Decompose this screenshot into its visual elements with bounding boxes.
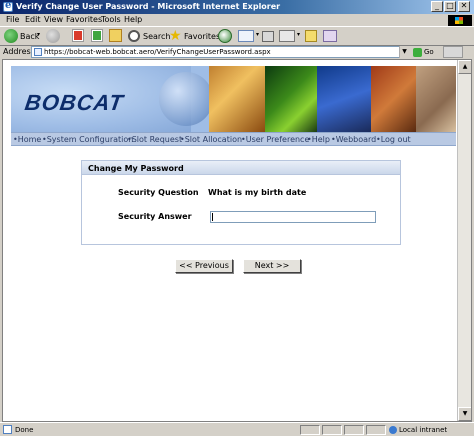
window-title: Verify Change User Password - Microsoft …	[16, 2, 281, 11]
nav-system-configuration[interactable]: •System Configuration	[42, 135, 133, 144]
minimize-button[interactable]: _	[431, 1, 443, 12]
change-password-panel: Change My Password Security Question Wha…	[81, 160, 401, 245]
web-page: BOBCAT •Home •System Configuration •Slot…	[3, 60, 458, 421]
status-segment	[300, 425, 320, 435]
refresh-icon[interactable]	[91, 29, 103, 42]
nav-help[interactable]: •Help	[307, 135, 330, 144]
nav-slot-allocation[interactable]: •Slot Allocation	[180, 135, 242, 144]
zone-text: Local intranet	[399, 426, 448, 434]
banner-photo-plane	[416, 66, 456, 132]
stop-icon[interactable]	[72, 29, 84, 42]
go-arrow-icon	[413, 47, 422, 57]
status-segment	[344, 425, 364, 435]
security-question-label: Security Question	[118, 188, 199, 197]
previous-button[interactable]: << Previous	[175, 259, 233, 273]
back-icon[interactable]	[4, 29, 18, 43]
status-segment	[366, 425, 386, 435]
messenger-icon[interactable]	[323, 30, 337, 42]
favorites-label[interactable]: Favorites	[184, 32, 220, 41]
ie-icon	[3, 0, 13, 12]
links-icon[interactable]	[443, 46, 463, 58]
security-answer-input[interactable]	[210, 211, 376, 223]
home-icon[interactable]	[109, 29, 122, 42]
menu-file[interactable]: File	[6, 15, 19, 24]
edit-icon[interactable]	[279, 30, 295, 42]
search-label[interactable]: Search	[143, 32, 170, 41]
menu-favorites[interactable]: Favorites	[66, 15, 102, 24]
scroll-up-icon[interactable]: ▲	[458, 60, 471, 74]
back-dropdown-icon[interactable]: ▾	[37, 31, 40, 38]
bobcat-logo: BOBCAT	[23, 90, 126, 115]
windows-logo-icon	[448, 15, 472, 26]
address-input[interactable]: https://bobcat-web.bobcat.aero/VerifyCha…	[31, 46, 409, 58]
status-bar: Done Local intranet	[0, 422, 474, 436]
edit-dropdown-icon[interactable]: ▾	[297, 31, 300, 38]
nav-webboard[interactable]: •Webboard	[331, 135, 376, 144]
mail-dropdown-icon[interactable]: ▾	[256, 31, 259, 38]
menu-view[interactable]: View	[44, 15, 63, 24]
next-button[interactable]: Next >>	[243, 259, 301, 273]
security-question-value: What is my birth date	[208, 188, 307, 197]
search-icon[interactable]	[128, 30, 140, 42]
nav-home[interactable]: •Home	[13, 135, 41, 144]
favorites-icon[interactable]: ★	[169, 29, 182, 44]
folder-icon[interactable]	[305, 30, 317, 42]
vertical-scrollbar[interactable]: ▲ ▼	[457, 60, 471, 421]
banner-photo-map	[265, 66, 317, 132]
menu-edit[interactable]: Edit	[25, 15, 41, 24]
print-icon[interactable]	[262, 31, 274, 42]
status-segment	[322, 425, 342, 435]
close-button[interactable]: ✕	[458, 1, 470, 12]
menu-tools[interactable]: Tools	[101, 15, 121, 24]
forward-icon[interactable]	[46, 29, 60, 43]
menu-bar: File Edit View Favorites Tools Help	[0, 14, 474, 26]
status-text: Done	[15, 426, 34, 434]
nav-log-out[interactable]: •Log out	[376, 135, 411, 144]
banner-photo-sky	[317, 66, 371, 132]
go-label: Go	[424, 48, 434, 56]
mail-icon[interactable]	[238, 30, 254, 42]
banner: BOBCAT	[11, 66, 456, 132]
page-done-icon	[3, 425, 12, 434]
address-dropdown-icon[interactable]: ▼	[399, 46, 409, 58]
zone-icon	[389, 426, 397, 434]
maximize-button[interactable]: □	[444, 1, 456, 12]
nav-user-preference[interactable]: •User Preference	[241, 135, 309, 144]
browser-viewport: BOBCAT •Home •System Configuration •Slot…	[2, 59, 472, 422]
address-bar: Address https://bobcat-web.bobcat.aero/V…	[0, 45, 474, 59]
banner-photo-sunset	[209, 66, 265, 132]
scroll-down-icon[interactable]: ▼	[458, 407, 471, 421]
menu-help[interactable]: Help	[124, 15, 142, 24]
banner-photo-ground	[371, 66, 416, 132]
title-bar: Verify Change User Password - Microsoft …	[0, 0, 474, 14]
text-cursor	[212, 213, 213, 221]
nav-slot-request[interactable]: •Slot Request	[127, 135, 182, 144]
history-icon[interactable]	[218, 29, 232, 43]
page-icon	[34, 48, 42, 56]
address-url: https://bobcat-web.bobcat.aero/VerifyCha…	[44, 48, 271, 56]
globe-image	[159, 72, 213, 126]
panel-header: Change My Password	[82, 161, 400, 175]
go-button[interactable]: Go	[413, 46, 439, 58]
nav-bar: •Home •System Configuration •Slot Reques…	[11, 132, 456, 146]
security-answer-label: Security Answer	[118, 212, 192, 221]
toolbar: Back ▾ Search ★ Favorites ▾ ▾	[0, 26, 474, 46]
